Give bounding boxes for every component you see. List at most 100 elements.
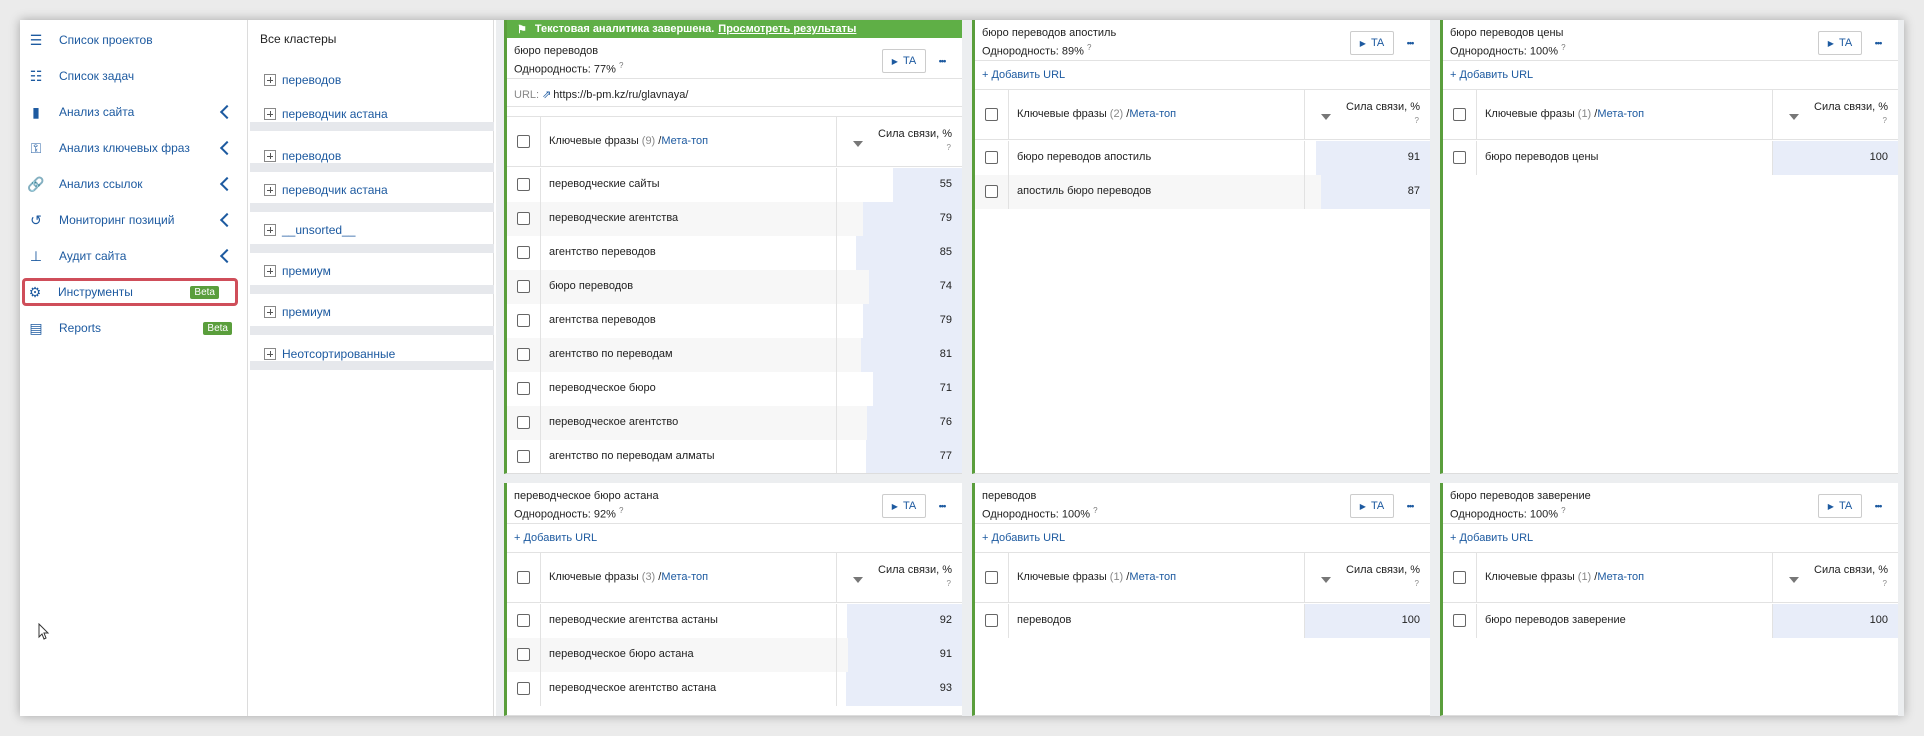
row-checkbox[interactable] — [1453, 614, 1466, 627]
more-options-icon[interactable]: ••• — [932, 51, 952, 71]
keyphrase: переводческие агентства астаны — [549, 614, 718, 626]
expand-plus-icon[interactable] — [264, 184, 276, 196]
column-divider — [836, 440, 837, 473]
row-checkbox[interactable] — [985, 614, 998, 627]
select-all-checkbox[interactable] — [517, 135, 530, 148]
cluster-item[interactable]: __unsorted__ — [264, 220, 355, 240]
sort-dropdown-icon[interactable] — [1789, 114, 1799, 120]
add-url-link[interactable]: + Добавить URL — [982, 69, 1065, 81]
row-checkbox[interactable] — [517, 450, 530, 463]
expand-plus-icon[interactable] — [264, 306, 276, 318]
select-all-checkbox[interactable] — [517, 571, 530, 584]
cluster-item[interactable]: переводчик астана — [264, 180, 388, 200]
expand-plus-icon[interactable] — [264, 348, 276, 360]
help-icon: ? — [1561, 506, 1566, 515]
add-url-link[interactable]: + Добавить URL — [514, 532, 597, 544]
select-all-checkbox[interactable] — [985, 108, 998, 121]
row-checkbox[interactable] — [517, 682, 530, 695]
sidebar-item-1[interactable]: ☰ Список проектов — [20, 26, 248, 54]
sort-dropdown-icon[interactable] — [1789, 577, 1799, 583]
row-checkbox[interactable] — [517, 178, 530, 191]
cluster-item[interactable]: премиум — [264, 302, 331, 322]
expand-plus-icon[interactable] — [264, 150, 276, 162]
sidebar-item-7[interactable]: ⊥ Аудит сайта — [20, 242, 248, 270]
phrases-column-header: Ключевые фразы (1) /Мета-топ — [1485, 571, 1645, 583]
table-row: переводческие агентства 79 — [507, 202, 962, 236]
more-options-icon[interactable]: ••• — [1868, 33, 1888, 53]
expand-plus-icon[interactable] — [264, 265, 276, 277]
view-results-link[interactable]: Просмотреть результаты — [718, 23, 856, 35]
add-url-link[interactable]: + Добавить URL — [982, 532, 1065, 544]
external-link-icon[interactable]: ⇗ — [542, 89, 551, 101]
add-url-link[interactable]: + Добавить URL — [1450, 532, 1533, 544]
sidebar-item-6[interactable]: ↺ Мониторинг позиций — [20, 206, 248, 234]
sidebar-item-8[interactable]: ⚙ Инструменты Beta — [22, 278, 238, 306]
sort-dropdown-icon[interactable] — [1321, 114, 1331, 120]
cluster-item[interactable]: премиум — [264, 261, 331, 281]
meta-top-link[interactable]: Мета-топ — [1597, 571, 1644, 583]
row-checkbox[interactable] — [517, 614, 530, 627]
strength-column-header: Сила связи, % — [1346, 101, 1420, 113]
row-checkbox[interactable] — [517, 648, 530, 661]
select-all-checkbox[interactable] — [985, 571, 998, 584]
strength-value: 81 — [939, 348, 952, 360]
ta-button[interactable]: ▶ TA — [882, 494, 926, 518]
card-title: бюро переводов апостиль — [982, 27, 1117, 39]
sidebar-item-5[interactable]: 🔗 Анализ ссылок — [20, 170, 248, 198]
select-all-checkbox[interactable] — [1453, 571, 1466, 584]
select-all-checkbox[interactable] — [1453, 108, 1466, 121]
row-checkbox[interactable] — [985, 185, 998, 198]
ta-label: TA — [1370, 37, 1385, 49]
expand-plus-icon[interactable] — [264, 224, 276, 236]
sidebar-item-3[interactable]: ▮ Анализ сайта — [20, 98, 248, 126]
meta-top-link[interactable]: Мета-топ — [661, 571, 708, 583]
expand-plus-icon[interactable] — [264, 74, 276, 86]
expand-plus-icon[interactable] — [264, 108, 276, 120]
more-options-icon[interactable]: ••• — [1868, 496, 1888, 516]
row-checkbox[interactable] — [1453, 151, 1466, 164]
ta-button[interactable]: ▶ TA — [1350, 31, 1394, 55]
cluster-item[interactable]: переводов — [264, 70, 341, 90]
row-checkbox[interactable] — [517, 246, 530, 259]
ta-label: TA — [902, 55, 917, 67]
more-options-icon[interactable]: ••• — [932, 496, 952, 516]
cluster-item[interactable]: переводов — [264, 146, 341, 166]
row-checkbox[interactable] — [517, 416, 530, 429]
cluster-item[interactable]: переводчик астана — [264, 104, 388, 124]
sort-dropdown-icon[interactable] — [853, 577, 863, 583]
meta-top-link[interactable]: Мета-топ — [1129, 571, 1176, 583]
more-options-icon[interactable]: ••• — [1400, 496, 1420, 516]
ta-button[interactable]: ▶ TA — [1818, 31, 1862, 55]
ta-button[interactable]: ▶ TA — [1818, 494, 1862, 518]
column-divider — [1772, 141, 1773, 175]
phrases-count: (3) — [641, 571, 656, 583]
row-checkbox[interactable] — [517, 314, 530, 327]
row-checkbox[interactable] — [517, 212, 530, 225]
more-options-icon[interactable]: ••• — [1400, 33, 1420, 53]
row-checkbox[interactable] — [517, 348, 530, 361]
sidebar-item-2[interactable]: ☷ Список задач — [20, 62, 248, 90]
add-url-link[interactable]: + Добавить URL — [1450, 69, 1533, 81]
cluster-separator — [250, 326, 494, 335]
phrases-label: Ключевые фразы — [1485, 571, 1575, 583]
ta-button[interactable]: ▶ TA — [1350, 494, 1394, 518]
meta-top-link[interactable]: Мета-топ — [1129, 108, 1176, 120]
row-checkbox[interactable] — [517, 280, 530, 293]
divider — [1443, 523, 1898, 524]
phrases-count: (2) — [1109, 108, 1124, 120]
row-checkbox[interactable] — [985, 151, 998, 164]
row-checkbox[interactable] — [517, 382, 530, 395]
strength-column-header: Сила связи, % — [878, 128, 952, 140]
sort-dropdown-icon[interactable] — [1321, 577, 1331, 583]
meta-top-link[interactable]: Мета-топ — [1597, 108, 1644, 120]
sidebar-item-9[interactable]: ▤ Reports Beta — [20, 314, 248, 342]
ta-button[interactable]: ▶ TA — [882, 49, 926, 73]
help-icon: ? — [946, 143, 951, 152]
sort-dropdown-icon[interactable] — [853, 141, 863, 147]
chevron-left-icon — [219, 104, 235, 120]
url-value[interactable]: https://b-pm.kz/ru/glavnaya/ — [553, 89, 688, 101]
sidebar-item-4[interactable]: ⚿ Анализ ключевых фраз — [20, 134, 248, 162]
cluster-item-label: премиум — [282, 264, 331, 278]
meta-top-link[interactable]: Мета-топ — [661, 135, 708, 147]
cluster-item[interactable]: Неотсортированные — [264, 344, 395, 364]
